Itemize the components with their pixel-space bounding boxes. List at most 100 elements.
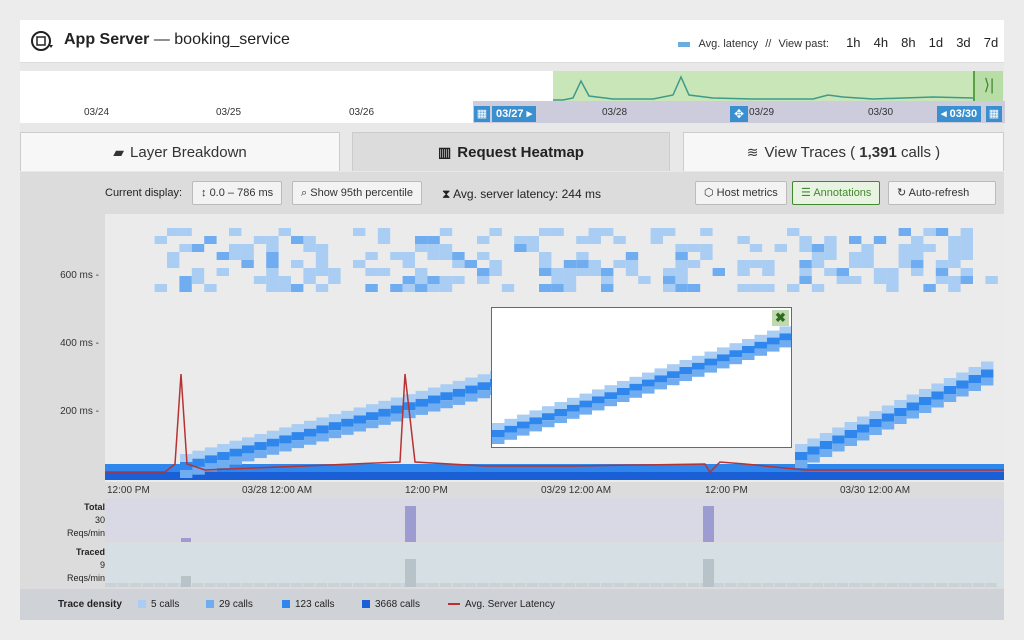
heatmap-cell <box>576 252 589 260</box>
annotations-button[interactable]: ☰ Annotations <box>792 181 881 205</box>
total-strip-plot[interactable] <box>105 498 1004 542</box>
range-3d[interactable]: 3d <box>956 35 970 50</box>
range-button[interactable]: ↕ 0.0 – 786 ms <box>192 181 283 205</box>
percentile-button[interactable]: ⌕ Show 95th percentile <box>292 181 422 205</box>
heatmap-cell <box>279 443 292 452</box>
zoom-cell <box>617 395 630 402</box>
zoom-cell <box>604 392 617 400</box>
zoom-cell <box>679 367 692 374</box>
traced-bar <box>315 583 328 587</box>
timeline-unselected[interactable] <box>20 71 553 102</box>
traced-strip-plot[interactable] <box>105 543 1004 587</box>
zoom-cell <box>654 368 667 376</box>
heatmap-cell <box>638 276 651 284</box>
heatmap-cell <box>427 252 440 260</box>
timeline-end-handle[interactable]: ⟩| <box>973 71 1003 101</box>
heatmap-cell <box>179 284 192 292</box>
zoom-cell <box>579 407 592 415</box>
legend-swatch-icon <box>282 600 290 609</box>
avg-latency-legend: Avg. latency <box>698 38 759 50</box>
heatmap-cell <box>328 268 341 276</box>
heatmap-cell <box>291 260 304 268</box>
zoom-detail-box[interactable]: ✖ <box>491 307 792 448</box>
calendar-icon[interactable]: ▦ <box>986 106 1002 122</box>
heatmap-cell <box>304 428 317 437</box>
heatmap-cell <box>960 228 973 236</box>
heatmap-cell <box>315 244 329 252</box>
heatmap-cell <box>440 400 453 409</box>
heatmap-cell <box>167 228 180 236</box>
heatmap-cell <box>539 260 552 268</box>
heatmap-cell <box>613 236 626 244</box>
start-date-label: 03/27 <box>496 108 524 120</box>
heatmap-cell <box>266 244 279 252</box>
heatmap-cell <box>931 399 944 408</box>
tab-request-heatmap[interactable]: ▥ Request Heatmap <box>352 132 670 171</box>
heatmap-cell <box>886 284 899 292</box>
legend-item: 123 calls <box>282 599 334 610</box>
heatmap-cell <box>366 420 379 429</box>
heatmap-cell <box>869 419 882 427</box>
heatmap-cell <box>948 244 961 252</box>
tab-layer-breakdown[interactable]: ▰ Layer Breakdown <box>20 132 340 171</box>
heatmap-cell <box>415 406 428 415</box>
traced-bar <box>154 583 166 587</box>
heatmap-cell <box>762 268 775 276</box>
timeline-navigator[interactable]: ⟩| 03/24 03/25 03/26 03/28 03/29 03/30 ▦… <box>20 71 1005 123</box>
traced-bar <box>625 583 638 587</box>
legend-item: 29 calls <box>206 599 253 610</box>
traced-bar <box>427 583 439 587</box>
heatmap-cell <box>253 276 267 284</box>
heatmap-cell <box>923 244 936 252</box>
host-metrics-button[interactable]: ⬡ Host metrics <box>695 181 787 205</box>
calendar-icon[interactable]: ▦ <box>474 106 490 122</box>
heatmap-cell <box>539 252 552 260</box>
heatmap-cell <box>266 236 279 244</box>
traced-bar <box>216 583 228 587</box>
heatmap-cell <box>819 433 833 441</box>
heatmap-cell <box>737 260 750 268</box>
heatmap-cell <box>216 268 229 276</box>
traced-bars <box>105 559 997 587</box>
timeline-selection[interactable] <box>553 71 974 101</box>
app-server-icon[interactable] <box>30 30 54 52</box>
heatmap-cell <box>402 276 415 284</box>
heatmap-cell <box>551 276 564 284</box>
heatmap-panel: Current display: ↕ 0.0 – 786 ms ⌕ Show 9… <box>20 172 1004 620</box>
heatmap-cell <box>353 260 366 268</box>
range-8h[interactable]: 8h <box>901 35 915 50</box>
heatmap-cell <box>204 455 218 464</box>
traced-bar <box>725 583 737 587</box>
heatmap-cell <box>415 276 428 284</box>
trace-density-legend: Trace density 5 calls 29 calls 123 calls… <box>20 589 1004 620</box>
heatmap-cell <box>687 284 701 292</box>
legend-label: 29 calls <box>219 599 253 610</box>
move-icon[interactable]: ✥ <box>730 106 748 122</box>
auto-refresh-button[interactable]: ↻ Auto-refresh <box>888 181 996 205</box>
start-date-tag[interactable]: 03/27 ▸ <box>492 106 537 122</box>
heatmap-cell <box>229 456 242 465</box>
close-icon[interactable]: ✖ <box>772 310 789 326</box>
heatmap-cell <box>291 284 304 292</box>
range-7d[interactable]: 7d <box>984 35 998 50</box>
range-1h[interactable]: 1h <box>846 35 860 50</box>
heatmap-cell <box>799 268 812 276</box>
heatmap-cell <box>911 252 924 260</box>
x-tick: 03/28 12:00 AM <box>242 485 313 496</box>
tab-view-traces[interactable]: ≋ View Traces ( 1,391 calls ) <box>683 132 1004 171</box>
heatmap-cell <box>675 276 688 284</box>
heatmap-cell <box>675 244 688 252</box>
heatmap-cell <box>439 244 453 252</box>
heatmap-cell <box>366 404 379 413</box>
range-4h[interactable]: 4h <box>874 35 888 50</box>
range-1d[interactable]: 1d <box>929 35 943 50</box>
heatmap-cell <box>956 380 969 389</box>
traced-bar <box>365 583 377 587</box>
heatmap-cell <box>304 436 317 445</box>
end-date-tag[interactable]: ◂ 03/30 <box>937 106 982 122</box>
heatmap-cell <box>919 397 932 405</box>
total-bar <box>703 506 714 542</box>
heatmap-cell <box>415 244 428 252</box>
traced-bar <box>328 583 340 587</box>
zoom-cell <box>492 430 505 437</box>
